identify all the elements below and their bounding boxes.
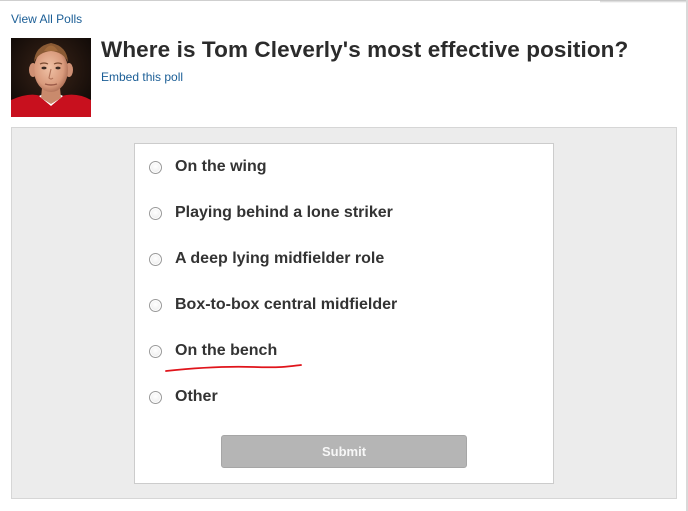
- poll-option-label: Playing behind a lone striker: [175, 204, 393, 221]
- poll-title: Where is Tom Cleverly's most effective p…: [101, 37, 629, 62]
- embed-poll-link[interactable]: Embed this poll: [101, 70, 183, 84]
- red-underline-annotation: [165, 364, 302, 372]
- radio-button-icon[interactable]: [149, 344, 162, 358]
- submit-button[interactable]: Submit: [221, 435, 467, 468]
- poll-option-deep-lying-midfielder[interactable]: A deep lying midfielder role: [149, 248, 384, 270]
- poll-option-label: Other: [175, 388, 218, 405]
- radio-button-icon[interactable]: [149, 298, 162, 312]
- view-all-polls-link[interactable]: View All Polls: [11, 12, 82, 26]
- poll-option-other[interactable]: Other: [149, 386, 218, 408]
- radio-button-icon[interactable]: [149, 252, 162, 266]
- window-top-border: [0, 0, 688, 1]
- player-photo: [11, 38, 91, 117]
- poll-option-label: A deep lying midfielder role: [175, 250, 385, 267]
- poll-option-behind-lone-striker[interactable]: Playing behind a lone striker: [149, 202, 393, 224]
- player-photo-image: [11, 38, 91, 117]
- poll-option-on-the-bench[interactable]: On the bench: [149, 340, 277, 362]
- radio-button-icon[interactable]: [149, 390, 162, 404]
- window-top-shadow: [600, 0, 688, 3]
- radio-button-icon[interactable]: [149, 160, 162, 174]
- poll-option-on-the-wing[interactable]: On the wing: [149, 156, 267, 178]
- poll-option-box-to-box[interactable]: Box-to-box central midfielder: [149, 294, 397, 316]
- radio-button-icon[interactable]: [149, 206, 162, 220]
- poll-option-label: Box-to-box central midfielder: [175, 296, 398, 313]
- poll-option-label: On the bench: [175, 342, 278, 359]
- poll-page: View All Polls Where is Tom Cleverly's m…: [0, 0, 688, 511]
- poll-option-label: On the wing: [175, 158, 267, 175]
